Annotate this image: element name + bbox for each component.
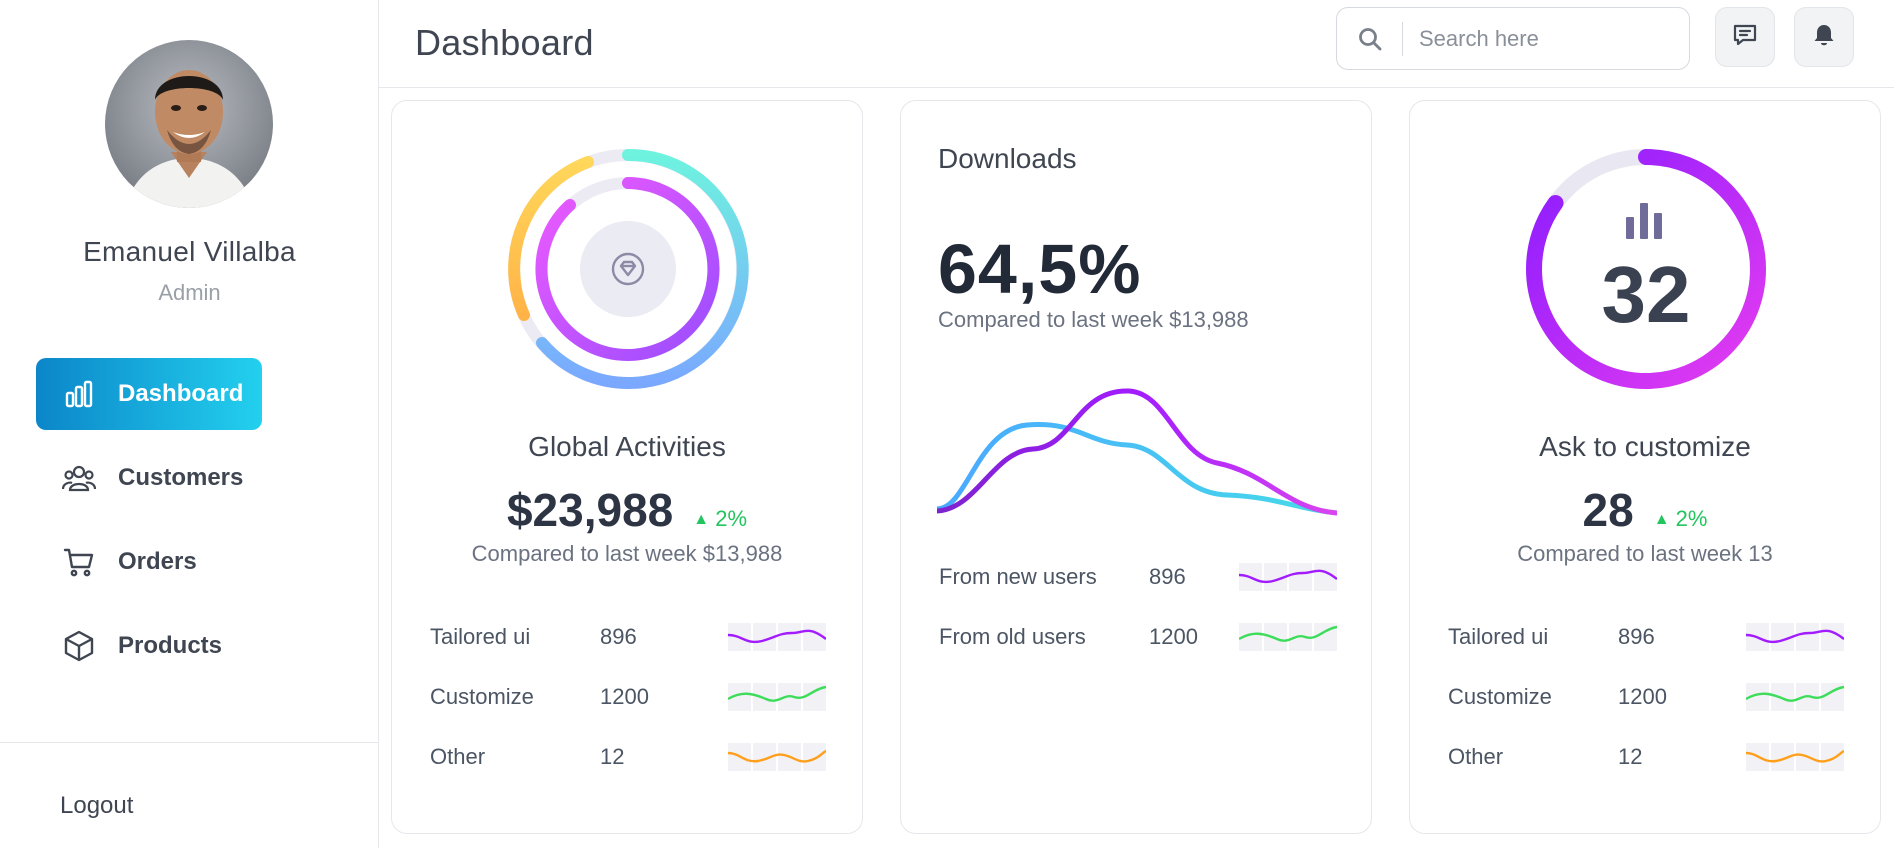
delta-badge: ▲ 2% <box>1654 506 1708 532</box>
card-title: Global Activities <box>528 431 726 462</box>
profile-role: Admin <box>158 280 221 305</box>
customize-value: 28 <box>1582 484 1634 536</box>
downloads-line-chart <box>937 388 1337 516</box>
card-title: Downloads <box>938 143 1077 174</box>
avatar[interactable] <box>105 40 273 208</box>
sidebar-nav: Dashboard Customers Orders Products <box>36 358 336 694</box>
bell-icon <box>1811 22 1837 53</box>
messages-button[interactable] <box>1715 7 1775 67</box>
compare-text: Compared to last week $13,988 <box>938 307 1249 332</box>
diamond-icon <box>610 251 646 292</box>
page-title: Dashboard <box>415 22 594 63</box>
sparkline-purple <box>1239 563 1337 591</box>
sidebar-item-dashboard[interactable]: Dashboard <box>36 358 262 430</box>
sidebar-item-orders[interactable]: Orders <box>36 526 336 598</box>
sparkline-orange <box>1746 743 1844 771</box>
card-title: Ask to customize <box>1539 431 1751 462</box>
users-icon <box>62 461 96 495</box>
delta-value: 2% <box>1675 506 1708 531</box>
stat-label: Tailored ui <box>430 624 531 649</box>
downloads-card: Downloads 64,5% Compared to last week $1… <box>900 100 1372 834</box>
avatar-image <box>105 40 273 208</box>
stat-row: Tailored ui 896 <box>430 617 830 657</box>
stat-value: 1200 <box>1618 684 1667 709</box>
topbar: Dashboard <box>379 0 1894 88</box>
sidebar-item-customers[interactable]: Customers <box>36 442 336 514</box>
message-icon <box>1732 22 1758 53</box>
sidebar-item-label: Orders <box>118 548 197 575</box>
stat-row: From new users 896 <box>939 557 1339 597</box>
logout-link[interactable]: Logout <box>60 792 133 820</box>
profile-name: Emanuel Villalba <box>83 236 296 267</box>
stat-row: Tailored ui 896 <box>1448 617 1848 657</box>
stat-label: Other <box>430 744 486 769</box>
customize-card: 32 Ask to customize 28 ▲ 2% Compared to … <box>1409 100 1881 834</box>
stat-value: 896 <box>600 624 637 649</box>
sidebar-item-label: Customers <box>118 464 244 491</box>
stat-value: 1200 <box>1149 624 1198 649</box>
ring-value: 32 <box>1601 250 1691 339</box>
sparkline-purple <box>1746 623 1844 651</box>
global-value: $23,988 <box>506 484 674 536</box>
sparkline-green <box>728 683 826 711</box>
downloads-value: 64,5% <box>938 230 1142 308</box>
sidebar-item-label: Dashboard <box>118 380 244 407</box>
stat-label: Customize <box>1448 684 1552 709</box>
stat-row: Customize 1200 <box>1448 677 1848 717</box>
arrow-up-icon: ▲ <box>693 511 710 528</box>
box-icon <box>62 629 96 663</box>
search-input[interactable] <box>1403 25 1673 52</box>
compare-text: Compared to last week $13,988 <box>471 541 783 566</box>
global-activities-card: Global Activities $23,988 ▲ 2% Compared … <box>391 100 863 834</box>
stat-value: 896 <box>1149 564 1186 589</box>
stat-label: From new users <box>939 564 1097 589</box>
compare-text: Compared to last week 13 <box>1517 541 1773 566</box>
arrow-up-icon: ▲ <box>1653 511 1670 528</box>
sparkline-orange <box>728 743 826 771</box>
stat-value: 1200 <box>600 684 649 709</box>
sparkline-green <box>1746 683 1844 711</box>
search-icon[interactable] <box>1337 21 1403 56</box>
notifications-button[interactable] <box>1794 7 1854 67</box>
stat-value: 12 <box>1618 744 1643 769</box>
sidebar-item-label: Products <box>118 632 223 659</box>
stat-label: From old users <box>939 624 1086 649</box>
global-value-row: $23,988 ▲ 2% <box>392 483 862 537</box>
stat-row: From old users 1200 <box>939 617 1339 657</box>
stat-label: Customize <box>430 684 534 709</box>
bar-chart-icon <box>1626 203 1662 239</box>
sidebar-item-products[interactable]: Products <box>36 610 336 682</box>
main-content: Dashboard Search here Global Activities … <box>379 0 1894 848</box>
stat-row: Customize 1200 <box>430 677 830 717</box>
delta-badge: ▲ 2% <box>693 506 747 532</box>
cart-icon <box>62 545 96 579</box>
stat-row: Other 12 <box>1448 737 1848 777</box>
stat-label: Other <box>1448 744 1504 769</box>
sparkline-purple <box>728 623 826 651</box>
customize-value-row: 28 ▲ 2% <box>1410 483 1880 537</box>
stat-label: Tailored ui <box>1448 624 1549 649</box>
bar-chart-icon <box>62 377 96 411</box>
delta-value: 2% <box>715 506 748 531</box>
stat-row: Other 12 <box>430 737 830 777</box>
divider <box>0 742 379 743</box>
search-box <box>1336 7 1690 70</box>
sparkline-green <box>1239 623 1337 651</box>
sidebar: Emanuel Villalba Admin Dashboard Custome… <box>0 0 379 848</box>
stat-value: 12 <box>600 744 625 769</box>
stat-value: 896 <box>1618 624 1655 649</box>
